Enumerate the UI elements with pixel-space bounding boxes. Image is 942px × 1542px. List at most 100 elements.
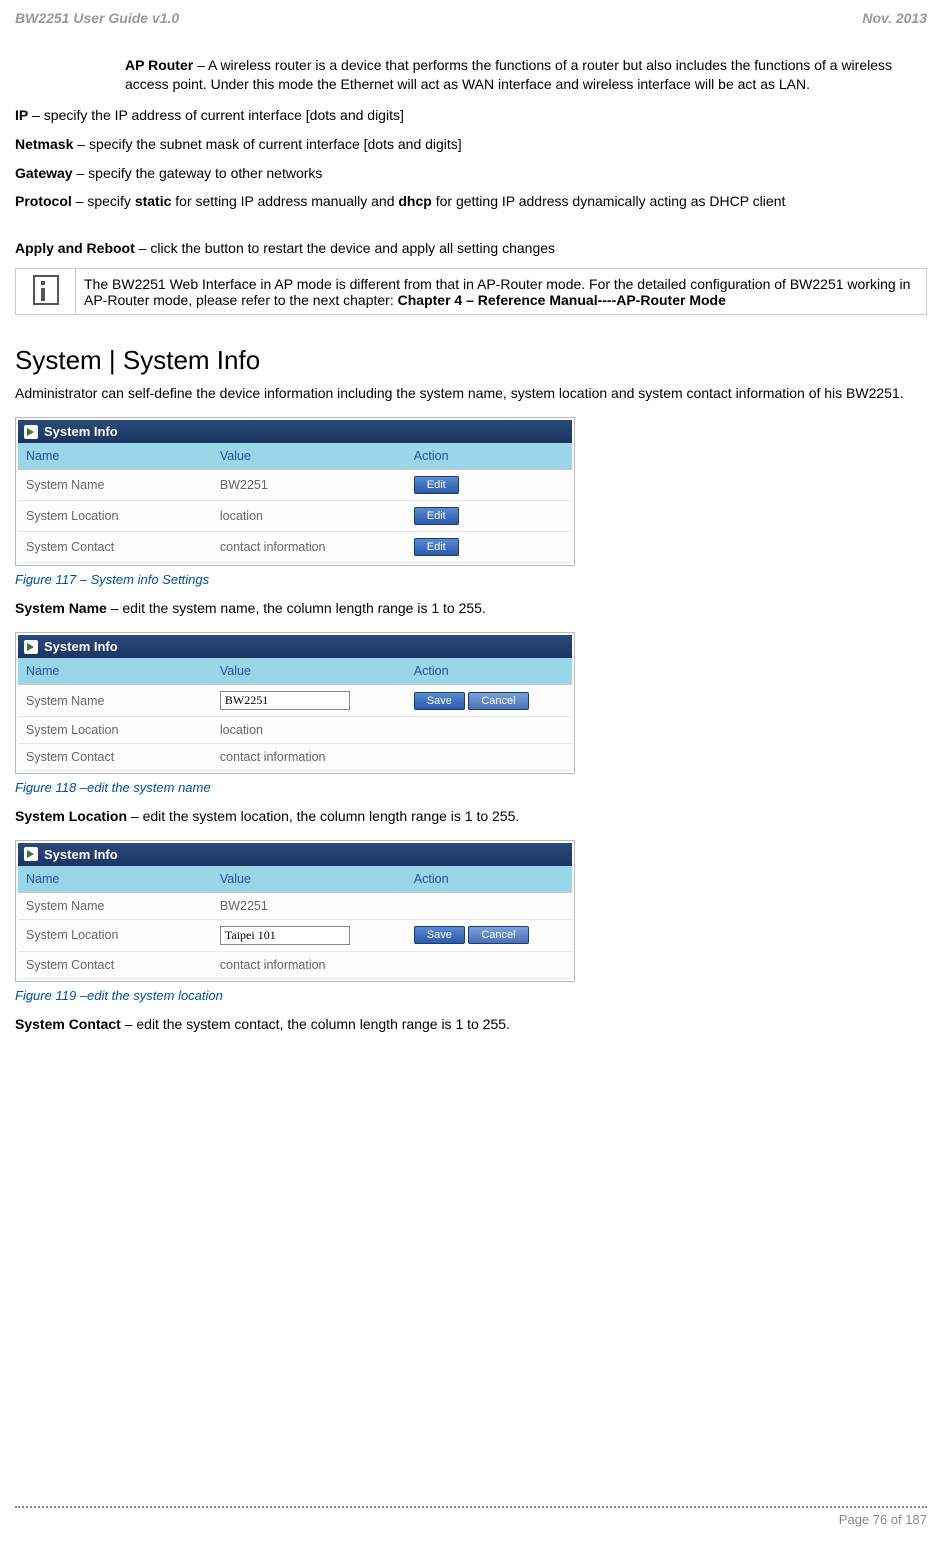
cell-name: System Location	[18, 501, 212, 532]
col-value: Value	[212, 443, 406, 470]
note-bold: Chapter 4 – Reference Manual----AP-Route…	[398, 292, 726, 308]
table-row: System Location Save Cancel	[18, 919, 572, 951]
ip-text: – specify the IP address of current inte…	[28, 107, 404, 123]
system-name-input[interactable]	[220, 691, 350, 710]
ap-router-label: AP Router	[125, 57, 193, 73]
col-action: Action	[406, 443, 572, 470]
cell-name: System Name	[18, 892, 212, 919]
apply-para: Apply and Reboot – click the button to r…	[15, 239, 927, 258]
cell-name: System Location	[18, 919, 212, 951]
netmask-label: Netmask	[15, 136, 73, 152]
sysloc-label: System Location	[15, 808, 127, 824]
cell-value: BW2251	[212, 892, 406, 919]
apply-label: Apply and Reboot	[15, 240, 135, 256]
panel-header: System Info	[18, 635, 572, 658]
sysname-para: System Name – edit the system name, the …	[15, 599, 927, 618]
col-action: Action	[406, 658, 572, 685]
arrow-icon	[24, 425, 38, 439]
cell-value: location	[212, 501, 406, 532]
cell-value: contact information	[212, 951, 406, 978]
panel-title: System Info	[44, 424, 118, 439]
panel-title: System Info	[44, 639, 118, 654]
cell-name: System Name	[18, 470, 212, 501]
cancel-button[interactable]: Cancel	[468, 926, 528, 944]
figure-caption-118: Figure 118 –edit the system name	[15, 780, 927, 795]
save-button[interactable]: Save	[414, 926, 465, 944]
cell-name: System Contact	[18, 951, 212, 978]
table-row: System Location location Edit	[18, 501, 572, 532]
gateway-para: Gateway – specify the gateway to other n…	[15, 164, 927, 183]
note-text-cell: The BW2251 Web Interface in AP mode is d…	[76, 269, 927, 315]
protocol-text-3: for getting IP address dynamically actin…	[432, 193, 786, 209]
arrow-icon	[24, 640, 38, 654]
protocol-text-1: – specify	[72, 193, 135, 209]
sysloc-para: System Location – edit the system locati…	[15, 807, 927, 826]
col-value: Value	[212, 658, 406, 685]
col-value: Value	[212, 866, 406, 893]
figure-caption-117: Figure 117 – System info Settings	[15, 572, 927, 587]
panel-header: System Info	[18, 843, 572, 866]
note-box: The BW2251 Web Interface in AP mode is d…	[15, 268, 927, 315]
screenshot-fig117: System Info Name Value Action System Nam…	[15, 417, 575, 566]
table-row: System Location location	[18, 717, 572, 744]
screenshot-fig118: System Info Name Value Action System Nam…	[15, 632, 575, 774]
section-intro: Administrator can self-define the device…	[15, 384, 927, 403]
cancel-button[interactable]: Cancel	[468, 692, 528, 710]
sysloc-text: – edit the system location, the column l…	[127, 808, 519, 824]
cell-value: location	[212, 717, 406, 744]
gateway-text: – specify the gateway to other networks	[73, 165, 323, 181]
header-right: Nov. 2013	[862, 10, 927, 26]
system-info-table: Name Value Action System Name Save Cance…	[18, 658, 572, 771]
apply-text: – click the button to restart the device…	[135, 240, 555, 256]
edit-button[interactable]: Edit	[414, 507, 459, 525]
cell-value: BW2251	[212, 470, 406, 501]
screenshot-fig119: System Info Name Value Action System Nam…	[15, 840, 575, 982]
syscontact-para: System Contact – edit the system contact…	[15, 1015, 927, 1034]
ip-para: IP – specify the IP address of current i…	[15, 106, 927, 125]
section-heading: System | System Info	[15, 345, 927, 376]
syscontact-label: System Contact	[15, 1016, 121, 1032]
table-row: System Name BW2251 Edit	[18, 470, 572, 501]
cell-name: System Location	[18, 717, 212, 744]
save-button[interactable]: Save	[414, 692, 465, 710]
table-row: System Contact contact information	[18, 951, 572, 978]
header-left: BW2251 User Guide v1.0	[15, 10, 179, 26]
sysname-text: – edit the system name, the column lengt…	[107, 600, 486, 616]
col-name: Name	[18, 658, 212, 685]
cell-value: contact information	[212, 532, 406, 563]
table-row: System Contact contact information	[18, 744, 572, 771]
cell-name: System Contact	[18, 532, 212, 563]
cell-name: System Contact	[18, 744, 212, 771]
panel-header: System Info	[18, 420, 572, 443]
page-header: BW2251 User Guide v1.0 Nov. 2013	[15, 10, 927, 26]
protocol-static: static	[135, 193, 172, 209]
syscontact-text: – edit the system contact, the column le…	[121, 1016, 510, 1032]
cell-value: contact information	[212, 744, 406, 771]
system-info-table: Name Value Action System Name BW2251 Edi…	[18, 443, 572, 563]
cell-name: System Name	[18, 685, 212, 717]
footer-divider	[15, 1506, 927, 1508]
gateway-label: Gateway	[15, 165, 73, 181]
table-row: System Name BW2251	[18, 892, 572, 919]
ap-router-para: AP Router – A wireless router is a devic…	[125, 56, 907, 94]
edit-button[interactable]: Edit	[414, 476, 459, 494]
page-number: Page 76 of 187	[15, 1512, 927, 1527]
netmask-text: – specify the subnet mask of current int…	[73, 136, 461, 152]
col-action: Action	[406, 866, 572, 893]
table-row: System Contact contact information Edit	[18, 532, 572, 563]
page-footer: Page 76 of 187	[15, 1506, 927, 1527]
arrow-icon	[24, 847, 38, 861]
info-icon-cell	[16, 269, 76, 315]
protocol-para: Protocol – specify static for setting IP…	[15, 192, 927, 211]
protocol-label: Protocol	[15, 193, 72, 209]
info-icon	[33, 275, 59, 305]
figure-caption-119: Figure 119 –edit the system location	[15, 988, 927, 1003]
panel-title: System Info	[44, 847, 118, 862]
netmask-para: Netmask – specify the subnet mask of cur…	[15, 135, 927, 154]
col-name: Name	[18, 443, 212, 470]
table-row: System Name Save Cancel	[18, 685, 572, 717]
ap-router-text: – A wireless router is a device that per…	[125, 57, 892, 92]
sysname-label: System Name	[15, 600, 107, 616]
edit-button[interactable]: Edit	[414, 538, 459, 556]
system-location-input[interactable]	[220, 926, 350, 945]
